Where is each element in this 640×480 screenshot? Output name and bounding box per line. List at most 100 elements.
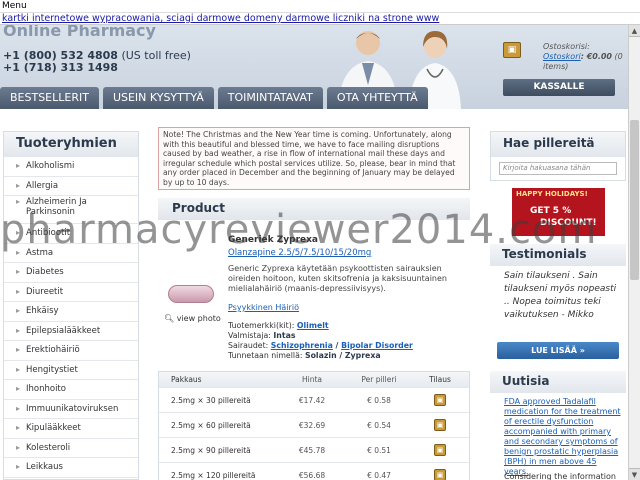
sidebar-title: Tuoteryhmien bbox=[4, 132, 138, 157]
order-cell: ▣ bbox=[411, 469, 469, 480]
category-item[interactable]: Ihonhoito bbox=[4, 380, 138, 400]
ad-links[interactable]: kartki internetowe wypracowania, sciagi … bbox=[2, 13, 439, 24]
per-pill-cell: € 0.51 bbox=[367, 445, 391, 455]
view-photo-label[interactable]: view photo bbox=[177, 314, 221, 323]
category-item[interactable]: Leikkaus bbox=[4, 458, 138, 478]
category-item[interactable]: Allergia bbox=[4, 177, 138, 196]
product-description: Generic Zyprexa käytetään psykoottisten … bbox=[228, 264, 447, 293]
pack-cell: 2.5mg × 120 pillereitä bbox=[171, 470, 256, 480]
add-to-cart-icon[interactable]: ▣ bbox=[434, 394, 446, 406]
scroll-up-icon[interactable]: ▲ bbox=[629, 25, 640, 37]
search-input[interactable]: Kirjoita hakuasana tähän bbox=[499, 162, 617, 175]
maker-label: Valmistaja: bbox=[228, 331, 274, 340]
product-section-title: Product bbox=[158, 198, 470, 220]
col-price: Hinta bbox=[301, 375, 322, 384]
category-item[interactable]: Alkoholismi bbox=[4, 157, 138, 177]
tab-faq[interactable]: USEIN KYSYTTYÄ bbox=[102, 87, 214, 109]
category-list: Alkoholismi Allergia Alzheimerin Ja Park… bbox=[4, 157, 138, 478]
category-item[interactable]: Kipulääkkeet bbox=[4, 419, 138, 439]
price-table: Pakkaus Hinta Per pilleri Tilaus 2.5mg ×… bbox=[158, 371, 470, 480]
cart-summary: Ostoskorisi: Ostoskori: €0.00 (0 items) bbox=[543, 42, 627, 72]
table-header: Pakkaus Hinta Per pilleri Tilaus bbox=[159, 372, 469, 388]
cart-link[interactable]: Ostoskori bbox=[543, 52, 581, 61]
maker-value: Intas bbox=[273, 331, 296, 340]
news-more-text: Considering the information bbox=[504, 472, 616, 480]
tab-policies[interactable]: TOIMINTATAVAT bbox=[217, 87, 323, 109]
add-to-cart-icon[interactable]: ▣ bbox=[434, 469, 446, 480]
cart-value: : €0.00 bbox=[580, 52, 612, 61]
order-cell: ▣ bbox=[411, 394, 469, 406]
order-cell: ▣ bbox=[411, 444, 469, 456]
search-title: Hae pillereitä bbox=[491, 132, 625, 157]
category-item[interactable]: Kolesteroli bbox=[4, 439, 138, 458]
table-row: 2.5mg × 90 pillereitä €45.78 € 0.51 ▣ bbox=[159, 438, 469, 463]
main-content: Note! The Christmas and the New Year tim… bbox=[158, 127, 470, 480]
product-category-link[interactable]: Psyykkinen Häiriö bbox=[228, 303, 299, 312]
site-logo[interactable]: Online Pharmacy bbox=[3, 25, 156, 40]
price-cell: €17.42 bbox=[298, 395, 326, 405]
cart-label: Ostoskorisi: bbox=[543, 42, 590, 51]
tab-bestsellers[interactable]: BESTSELLERIT bbox=[0, 87, 99, 109]
category-item[interactable]: Immuunikatoviruksen bbox=[4, 400, 138, 419]
product-subtitle[interactable]: Olanzapine 2.5/5/7.5/10/15/20mg bbox=[228, 248, 371, 258]
order-cell: ▣ bbox=[411, 419, 469, 431]
banner-line-3: DISCOUNT! bbox=[540, 218, 597, 228]
holiday-discount-banner[interactable]: HAPPY HOLIDAYS! GET 5 % DISCOUNT! bbox=[512, 188, 605, 236]
brand-label: Tuotemerkki(kit): bbox=[228, 321, 297, 330]
menu-label[interactable]: Menu bbox=[2, 1, 27, 11]
scroll-thumb[interactable] bbox=[630, 120, 639, 280]
product-name: Generiek Zyprexa bbox=[228, 235, 319, 245]
testimonial-text: Sain tilaukseni . Sain tilaukseni myös n… bbox=[504, 271, 617, 320]
category-item[interactable]: Diabetes bbox=[4, 263, 138, 283]
browser-menu[interactable]: Menu bbox=[0, 0, 640, 13]
add-to-cart-icon[interactable]: ▣ bbox=[434, 444, 446, 456]
price-cell: €56.68 bbox=[298, 470, 326, 480]
category-item[interactable]: Hengitystiet bbox=[4, 361, 138, 380]
category-item[interactable]: Diureetit bbox=[4, 283, 138, 302]
disease-separator: / bbox=[332, 341, 342, 350]
per-pill-cell: € 0.47 bbox=[367, 470, 391, 480]
col-pack: Pakkaus bbox=[171, 375, 202, 384]
brand-value[interactable]: Olimelt bbox=[297, 321, 329, 330]
col-per-pill: Per pilleri bbox=[361, 375, 397, 384]
category-item[interactable]: Astma bbox=[4, 244, 138, 263]
disease-link-a[interactable]: Schizophrenia bbox=[271, 341, 333, 350]
news-link[interactable]: FDA approved Tadalafil medication for th… bbox=[504, 397, 622, 477]
banner-line-1: HAPPY HOLIDAYS! bbox=[516, 190, 588, 198]
right-sidebar: Hae pillereitä Kirjoita hakuasana tähän … bbox=[490, 131, 626, 480]
category-item[interactable]: Epilepsialääkkeet bbox=[4, 322, 138, 341]
category-item[interactable]: Antibiootit bbox=[4, 224, 138, 244]
category-item[interactable]: Erektiohäiriö bbox=[4, 341, 138, 361]
checkout-button[interactable]: KASSALLE bbox=[503, 79, 615, 96]
disease-label: Sairaudet: bbox=[228, 341, 271, 350]
disease-link-b[interactable]: Bipolar Disorder bbox=[341, 341, 413, 350]
news-title: Uutisia bbox=[490, 371, 626, 393]
per-pill-cell: € 0.58 bbox=[367, 395, 391, 405]
view-photo-link[interactable]: 🔍︎ view photo bbox=[164, 314, 221, 323]
category-sidebar: Tuoteryhmien Alkoholismi Allergia Alzhei… bbox=[3, 131, 139, 480]
known-value: Solazin / Zyprexa bbox=[304, 351, 381, 360]
testimonials-title: Testimonials bbox=[490, 244, 626, 266]
price-cell: €32.69 bbox=[298, 420, 326, 430]
category-item[interactable]: Ehkäisy bbox=[4, 302, 138, 322]
per-pill-cell: € 0.54 bbox=[367, 420, 391, 430]
table-row: 2.5mg × 30 pillereitä €17.42 € 0.58 ▣ bbox=[159, 388, 469, 413]
tab-contact[interactable]: OTA YHTEYTTÄ bbox=[326, 87, 428, 109]
pack-cell: 2.5mg × 30 pillereitä bbox=[171, 395, 251, 405]
banner-line-2: GET 5 % bbox=[530, 206, 572, 216]
col-order: Tilaus bbox=[429, 375, 451, 384]
read-more-button[interactable]: LUE LISÄÄ » bbox=[497, 342, 619, 359]
category-item[interactable]: Alzheimerin Ja Parkinsonin bbox=[4, 196, 138, 224]
scrollbar[interactable]: ▲ ▼ bbox=[628, 25, 640, 480]
scroll-down-icon[interactable]: ▼ bbox=[629, 468, 640, 480]
pack-cell: 2.5mg × 90 pillereitä bbox=[171, 445, 251, 455]
add-to-cart-icon[interactable]: ▣ bbox=[434, 419, 446, 431]
product-info: Tuotemerkki(kit): Olimelt Valmistaja: In… bbox=[228, 321, 413, 361]
table-row: 2.5mg × 60 pillereitä €32.69 € 0.54 ▣ bbox=[159, 413, 469, 438]
pack-cell: 2.5mg × 60 pillereitä bbox=[171, 420, 251, 430]
zoom-icon: 🔍︎ bbox=[164, 314, 175, 323]
known-label: Tunnetaan nimellä: bbox=[228, 351, 305, 360]
search-box: Hae pillereitä Kirjoita hakuasana tähän bbox=[490, 131, 626, 181]
cart-icon[interactable]: ▣ bbox=[503, 42, 521, 58]
pill-image[interactable] bbox=[168, 285, 214, 303]
